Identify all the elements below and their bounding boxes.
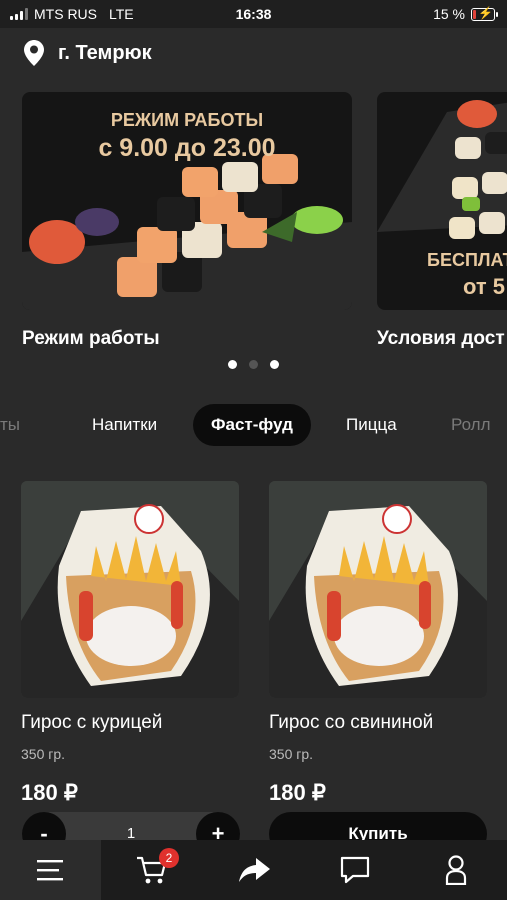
banner-working-hours[interactable]: РЕЖИМ РАБОТЫ с 9.00 до 23.00 Режим работ… xyxy=(22,92,352,350)
banner-subtitle: от 5 xyxy=(463,274,506,299)
promo-carousel[interactable]: РЕЖИМ РАБОТЫ с 9.00 до 23.00 Режим работ… xyxy=(0,92,507,362)
city-name: г. Темрюк xyxy=(58,41,152,64)
nav-cart[interactable]: 2 xyxy=(101,840,202,900)
tab-drinks[interactable]: Напитки xyxy=(74,404,175,446)
location-selector[interactable]: г. Темрюк xyxy=(24,40,152,66)
battery-icon: ⚡ xyxy=(471,6,498,21)
banner-delivery-conditions[interactable]: БЕСПЛАТ от 5 Условия дост xyxy=(377,92,507,350)
product-card[interactable]: Гирос с курицей 350 гр. 180 ₽ xyxy=(21,481,241,806)
category-tabs: ты Напитки Фаст-фуд Пицца Ролл xyxy=(0,404,507,446)
nav-menu[interactable] xyxy=(0,840,101,900)
banner-image: РЕЖИМ РАБОТЫ с 9.00 до 23.00 xyxy=(22,92,352,310)
profile-icon xyxy=(445,855,466,885)
product-image[interactable] xyxy=(21,481,239,698)
pagination-dot[interactable] xyxy=(249,360,258,369)
location-pin-icon xyxy=(24,40,44,66)
banner-subtitle: с 9.00 до 23.00 xyxy=(98,134,276,162)
nav-chat[interactable] xyxy=(304,840,405,900)
battery-percent: 15 % xyxy=(433,6,465,22)
nav-profile[interactable] xyxy=(405,840,506,900)
banner-caption: Условия дост xyxy=(377,328,505,349)
product-name: Гирос со свининой xyxy=(269,712,434,733)
banner-caption: Режим работы xyxy=(22,328,160,349)
banner-title: РЕЖИМ РАБОТЫ xyxy=(110,110,264,130)
nav-share[interactable] xyxy=(203,840,304,900)
share-icon xyxy=(238,858,270,882)
bottom-navigation: 2 xyxy=(0,840,507,900)
product-name: Гирос с курицей xyxy=(21,712,163,733)
pagination-dot[interactable] xyxy=(228,360,237,369)
carousel-pagination xyxy=(0,360,507,369)
cart-badge: 2 xyxy=(159,848,179,868)
tab-pizza[interactable]: Пицца xyxy=(328,404,415,446)
pagination-dot[interactable] xyxy=(270,360,279,369)
product-weight: 350 гр. xyxy=(269,746,314,762)
tab-fast-food[interactable]: Фаст-фуд xyxy=(193,404,311,446)
clock: 16:38 xyxy=(235,6,272,22)
tab-category[interactable]: ты xyxy=(0,404,38,446)
product-price: 180 ₽ xyxy=(21,780,78,805)
tab-rolls[interactable]: Ролл xyxy=(433,404,507,446)
chat-icon xyxy=(340,856,369,884)
product-card[interactable]: Гирос со свининой 350 гр. 180 ₽ xyxy=(269,481,489,806)
product-weight: 350 гр. xyxy=(21,746,66,762)
menu-icon xyxy=(36,860,63,881)
product-price: 180 ₽ xyxy=(269,780,326,805)
product-image[interactable] xyxy=(269,481,487,698)
banner-image: БЕСПЛАТ от 5 xyxy=(377,92,507,310)
status-bar: MTS RUS LTE 16:38 15 % ⚡ xyxy=(0,0,507,28)
banner-title: БЕСПЛАТ xyxy=(427,250,507,270)
